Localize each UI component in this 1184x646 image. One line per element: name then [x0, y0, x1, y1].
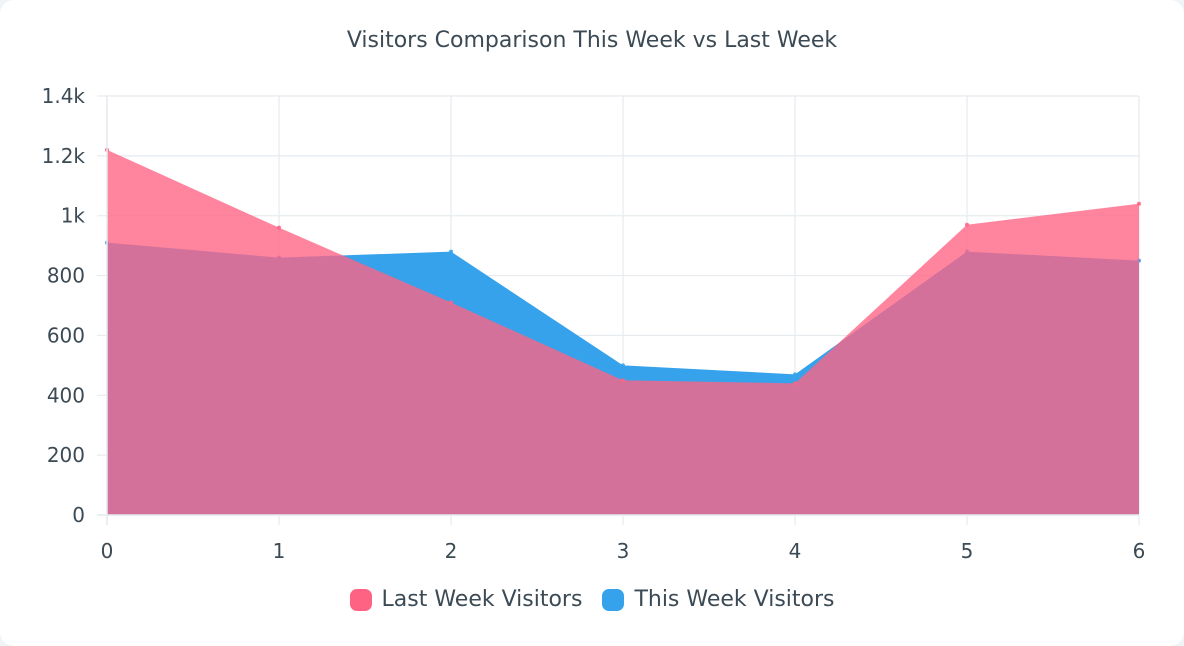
x-tick-label: 4 [789, 539, 802, 563]
point-last-week[interactable] [1137, 201, 1141, 206]
y-tick-label: 1k [61, 204, 86, 228]
legend-swatch-this-week [602, 588, 625, 611]
x-tick-label: 0 [101, 539, 114, 563]
point-last-week[interactable] [449, 300, 453, 305]
area-chart: 0 200 400 600 800 1k 1.2k 1.4k 0 1 2 3 4 5 6 [42, 84, 1146, 563]
point-last-week[interactable] [277, 225, 281, 230]
y-tick-label: 800 [47, 264, 85, 288]
y-tick-label: 1.2k [42, 144, 86, 168]
y-tick-label: 200 [47, 443, 85, 467]
chart-card: Visitors Comparison This Week vs Last We… [0, 0, 1184, 646]
point-last-week[interactable] [793, 381, 797, 386]
x-tick-label: 5 [961, 539, 974, 563]
y-tick-label: 0 [72, 503, 85, 527]
y-tick-label: 1.4k [42, 84, 86, 108]
x-tick-label: 1 [273, 539, 286, 563]
legend-swatch-last-week [349, 588, 372, 611]
point-this-week[interactable] [449, 249, 453, 254]
point-last-week[interactable] [965, 222, 969, 227]
legend: Last Week Visitors This Week Visitors [0, 587, 1184, 612]
legend-item-this-week[interactable]: This Week Visitors [602, 587, 835, 612]
point-this-week[interactable] [621, 363, 625, 368]
x-tick-label: 6 [1133, 539, 1146, 563]
x-tick-label: 2 [445, 539, 458, 563]
y-tick-label: 600 [47, 323, 85, 347]
legend-item-last-week[interactable]: Last Week Visitors [349, 587, 583, 612]
x-tick-label: 3 [617, 539, 630, 563]
point-this-week[interactable] [793, 372, 797, 377]
point-last-week[interactable] [621, 378, 625, 383]
legend-label-this-week: This Week Visitors [634, 587, 835, 612]
y-tick-label: 400 [47, 383, 85, 407]
legend-label-last-week: Last Week Visitors [381, 587, 583, 612]
